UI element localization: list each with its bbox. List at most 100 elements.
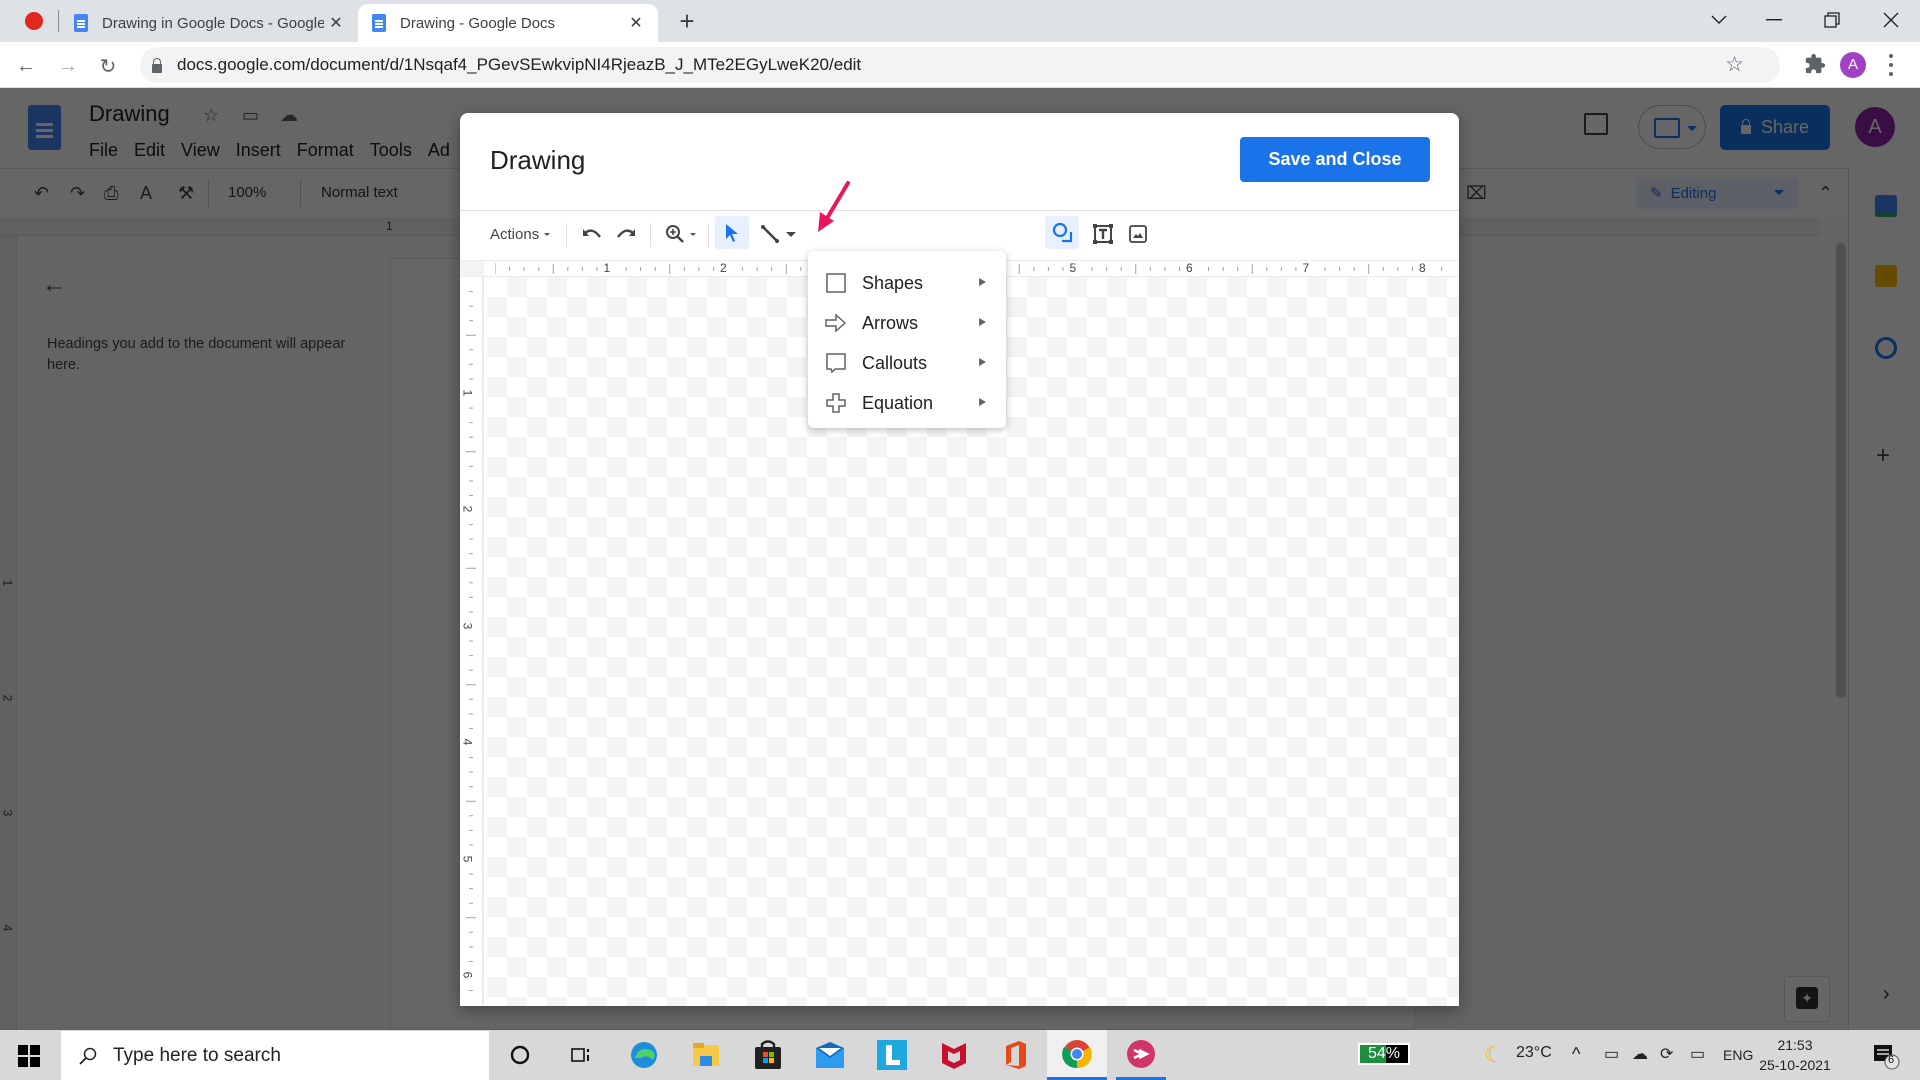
system-clock[interactable]: 21:53 25-10-2021 — [1745, 1035, 1845, 1075]
browser-tab-strip: Drawing in Google Docs - Google ✕ Drawin… — [0, 0, 1920, 42]
windows-taskbar: Type here to search 54% ☾ 23°C ^ ▭ ☁ ⟳ ▭… — [0, 1030, 1920, 1080]
close-tab-icon[interactable]: ✕ — [324, 13, 348, 33]
mail-icon[interactable] — [812, 1037, 848, 1073]
google-docs-icon — [372, 14, 386, 32]
redo-icon[interactable] — [612, 219, 640, 249]
address-bar[interactable]: docs.google.com/document/d/1Nsqaf4_PGevS… — [140, 47, 1780, 83]
extensions-puzzle-icon[interactable] — [1804, 53, 1826, 75]
cortana-icon[interactable] — [502, 1037, 538, 1073]
back-arrow-icon[interactable]: ← — [10, 50, 42, 82]
zoom-in-icon — [665, 225, 684, 243]
show-hidden-icons-chevron-icon[interactable]: ^ — [1572, 1044, 1580, 1065]
annotation-arrow-icon — [818, 181, 850, 232]
menu-item-label: Equation — [862, 392, 934, 413]
submenu-arrow-icon — [979, 358, 986, 366]
search-icon — [79, 1047, 97, 1065]
minimize-icon[interactable] — [1745, 0, 1803, 40]
toolbar-divider — [708, 223, 709, 247]
ruler-number: 7 — [1302, 261, 1310, 275]
edge-browser-icon[interactable] — [626, 1037, 662, 1073]
pinned-app-icon[interactable] — [1116, 1030, 1166, 1080]
task-view-icon[interactable] — [562, 1037, 598, 1073]
bookmark-star-icon[interactable]: ☆ — [1725, 52, 1744, 77]
forward-arrow-icon[interactable]: → — [52, 50, 84, 82]
arrow-icon — [825, 313, 847, 333]
windows-start-icon[interactable] — [18, 1045, 40, 1067]
close-window-icon[interactable] — [1862, 0, 1920, 40]
close-tab-icon[interactable]: ✕ — [624, 13, 648, 33]
microsoft-store-icon[interactable] — [750, 1037, 786, 1073]
ruler-number: 4 — [460, 738, 475, 746]
plus-icon — [826, 393, 846, 413]
browser-toolbar: ← → ↻ docs.google.com/document/d/1Nsqaf4… — [0, 42, 1920, 88]
search-placeholder: Type here to search — [113, 1044, 281, 1066]
recording-indicator-icon — [25, 12, 43, 30]
ruler-number: 2 — [720, 261, 727, 275]
menu-item-arrows[interactable]: Arrows — [808, 303, 1006, 343]
save-and-close-button[interactable]: Save and Close — [1240, 137, 1430, 182]
reload-icon[interactable]: ↻ — [92, 50, 124, 82]
battery-percentage-badge: 54% — [1358, 1043, 1410, 1065]
shape-dropdown-menu: Shapes Arrows Callouts Equation — [808, 251, 1006, 428]
sync-icon[interactable]: ⟳ — [1660, 1044, 1673, 1064]
lock-icon — [152, 57, 162, 73]
new-tab-button[interactable]: + — [672, 6, 702, 36]
shape-icon — [1052, 222, 1073, 243]
chrome-taskbar-icon[interactable] — [1047, 1030, 1107, 1080]
clock-time: 21:53 — [1777, 1037, 1813, 1053]
profile-avatar[interactable]: A — [1840, 52, 1866, 78]
menu-item-label: Arrows — [862, 312, 919, 333]
menu-item-equation[interactable]: Equation — [808, 383, 1006, 423]
menu-item-callouts[interactable]: Callouts — [808, 343, 1006, 383]
menu-item-label: Shapes — [862, 272, 924, 293]
taskbar-search-box[interactable]: Type here to search — [61, 1031, 489, 1080]
tab-title: Drawing - Google Docs — [400, 14, 556, 32]
launcher-l-app-icon[interactable] — [874, 1037, 910, 1073]
toolbar-divider — [566, 223, 567, 247]
mcafee-icon[interactable] — [936, 1037, 972, 1073]
drawing-vertical-ruler: 1 2 3 4 5 6 — [460, 277, 484, 1006]
square-icon — [826, 273, 846, 293]
action-center-icon[interactable]: 6 — [1872, 1042, 1900, 1070]
dialog-divider — [460, 210, 1459, 211]
text-box-icon[interactable] — [1088, 219, 1118, 249]
dialog-title: Drawing — [490, 145, 586, 175]
ruler-number: 1 — [603, 261, 611, 275]
battery-icon[interactable]: ▭ — [1690, 1044, 1705, 1064]
undo-icon[interactable] — [578, 219, 606, 249]
toolbar-divider — [650, 223, 651, 247]
cursor-arrow-icon — [726, 224, 738, 242]
submenu-arrow-icon — [979, 398, 986, 406]
office-icon[interactable] — [998, 1037, 1034, 1073]
ruler-number: 8 — [1419, 261, 1426, 275]
url-text: docs.google.com/document/d/1Nsqaf4_PGevS… — [177, 55, 862, 74]
select-tool-button[interactable] — [715, 216, 749, 249]
submenu-arrow-icon — [979, 278, 986, 286]
insert-image-icon[interactable] — [1125, 219, 1151, 249]
browser-tab-inactive[interactable]: Drawing in Google Docs - Google ✕ — [60, 4, 358, 42]
shape-tool-button[interactable] — [1045, 216, 1079, 249]
ruler-number: 6 — [1186, 261, 1193, 275]
line-tool-icon[interactable] — [756, 219, 784, 249]
tab-search-icon[interactable] — [1690, 0, 1748, 40]
weather-temperature[interactable]: 23°C — [1516, 1044, 1552, 1062]
ruler-number: 5 — [460, 855, 475, 862]
actions-menu-button[interactable]: Actions — [490, 219, 551, 249]
tab-title: Drawing in Google Docs - Google — [102, 14, 324, 32]
callout-icon — [826, 353, 846, 374]
restore-icon[interactable] — [1803, 0, 1861, 40]
onedrive-cloud-icon[interactable]: ☁ — [1632, 1044, 1648, 1064]
weather-moon-icon[interactable]: ☾ — [1484, 1042, 1504, 1068]
line-type-dropdown-icon[interactable] — [784, 219, 798, 249]
file-explorer-icon[interactable] — [688, 1037, 724, 1073]
meet-now-icon[interactable]: ▭ — [1604, 1044, 1619, 1064]
ruler-number: 5 — [1069, 261, 1077, 275]
tab-divider — [58, 10, 59, 32]
zoom-menu-button[interactable] — [660, 219, 700, 249]
actions-label: Actions — [490, 225, 540, 243]
browser-tab-active[interactable]: Drawing - Google Docs ✕ — [358, 4, 658, 42]
menu-item-shapes[interactable]: Shapes — [808, 263, 1006, 303]
drawing-dialog: Drawing Save and Close Actions 1 2 3 4 5 6 7 8 — [460, 113, 1459, 1006]
menu-item-label: Callouts — [862, 352, 928, 373]
chrome-menu-icon[interactable] — [1888, 52, 1894, 78]
